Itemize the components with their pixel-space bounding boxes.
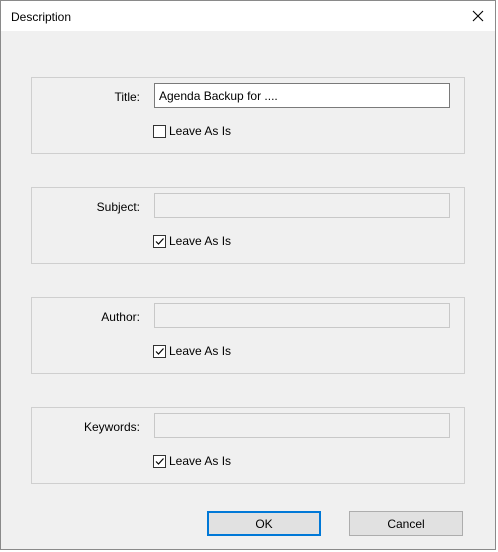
close-button[interactable]	[461, 1, 495, 31]
checkmark-icon	[155, 457, 164, 465]
author-leave-as-is-checkbox[interactable]: Leave As Is	[153, 343, 231, 359]
subject-group: Subject: Leave As Is	[31, 187, 465, 264]
window-title: Description	[11, 10, 72, 24]
checkmark-icon	[155, 237, 164, 245]
title-checkbox-box[interactable]	[153, 124, 166, 138]
keywords-leave-as-is-checkbox[interactable]: Leave As Is	[153, 453, 231, 469]
title-input[interactable]	[154, 83, 450, 108]
keywords-input[interactable]	[154, 413, 450, 438]
subject-label: Subject:	[96, 200, 140, 214]
title-leave-as-is-checkbox[interactable]: Leave As Is	[153, 123, 231, 139]
subject-checkbox-box[interactable]	[153, 234, 166, 248]
cancel-button[interactable]: Cancel	[349, 511, 463, 536]
title-label: Title:	[114, 90, 140, 104]
title-checkbox-label: Leave As Is	[169, 124, 232, 138]
close-icon	[472, 10, 484, 22]
keywords-checkbox-label: Leave As Is	[169, 454, 232, 468]
subject-checkbox-label: Leave As Is	[169, 234, 232, 248]
keywords-checkbox-box[interactable]	[153, 454, 166, 468]
description-dialog: Description Title: Leave As Is Subject:	[0, 0, 496, 550]
author-checkbox-label: Leave As Is	[169, 344, 232, 358]
subject-input[interactable]	[154, 193, 450, 218]
ok-button[interactable]: OK	[207, 511, 321, 536]
subject-leave-as-is-checkbox[interactable]: Leave As Is	[153, 233, 231, 249]
title-group: Title: Leave As Is	[31, 77, 465, 154]
author-label: Author:	[101, 310, 140, 324]
keywords-group: Keywords: Leave As Is	[31, 407, 465, 484]
checkmark-icon	[155, 347, 164, 355]
author-group: Author: Leave As Is	[31, 297, 465, 374]
keywords-label: Keywords:	[83, 420, 140, 434]
title-bar: Description	[1, 1, 495, 31]
author-input[interactable]	[154, 303, 450, 328]
author-checkbox-box[interactable]	[153, 344, 166, 358]
dialog-body: Title: Leave As Is Subject: Leave As Is	[2, 31, 494, 548]
